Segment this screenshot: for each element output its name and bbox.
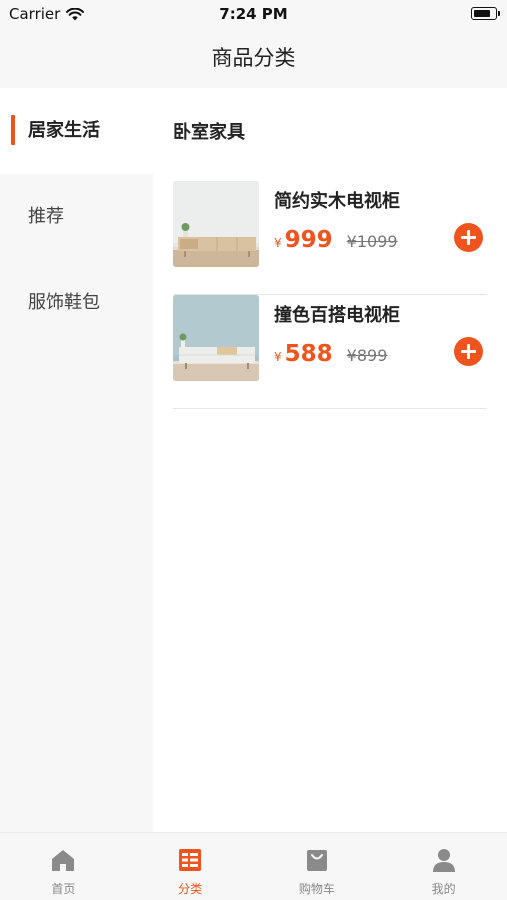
price-row: ¥ 588 ¥899 — [274, 341, 387, 367]
cart-icon — [306, 850, 327, 871]
product-image — [173, 295, 259, 381]
currency-symbol: ¥ — [274, 350, 282, 364]
tab-bar: 首页 分类 购物车 我的 — [0, 832, 507, 900]
category-sidebar: 居家生活 推荐 服饰鞋包 — [0, 88, 153, 832]
tab-cart[interactable]: 购物车 — [254, 833, 381, 900]
tab-label: 分类 — [178, 882, 203, 896]
sidebar-item-label: 居家生活 — [28, 120, 100, 141]
tab-label: 首页 — [51, 882, 76, 896]
tab-home[interactable]: 首页 — [0, 833, 127, 900]
category-icon — [179, 849, 202, 871]
tab-profile[interactable]: 我的 — [380, 833, 507, 900]
product-price: 999 — [284, 227, 333, 253]
sidebar-item-label: 推荐 — [28, 206, 64, 227]
tab-label: 我的 — [431, 882, 456, 896]
sidebar-item-label: 服饰鞋包 — [28, 292, 100, 313]
sidebar-item-recommend[interactable]: 推荐 — [0, 174, 153, 260]
product-list-panel: 卧室家具 简约实木电视柜 ¥ 999 ¥1099 撞色百搭电视柜 ¥ 588 ¥… — [153, 88, 507, 832]
currency-symbol: ¥ — [274, 236, 282, 250]
sidebar-item-apparel[interactable]: 服饰鞋包 — [0, 260, 153, 346]
product-price: 588 — [284, 341, 333, 367]
profile-icon — [432, 849, 455, 872]
product-name: 简约实木电视柜 — [274, 191, 400, 212]
tab-category[interactable]: 分类 — [127, 833, 254, 900]
battery-fill — [473, 9, 490, 17]
page-title: 商品分类 — [211, 46, 296, 70]
navigation-bar: 商品分类 — [0, 28, 507, 88]
home-icon — [52, 850, 75, 871]
product-image — [173, 181, 259, 267]
status-bar: Carrier 7:24 PM — [0, 0, 507, 28]
product-card[interactable]: 简约实木电视柜 ¥ 999 ¥1099 — [173, 181, 487, 295]
add-to-cart-button[interactable] — [454, 223, 483, 252]
status-time: 7:24 PM — [219, 5, 288, 23]
product-name: 撞色百搭电视柜 — [274, 305, 400, 326]
section-title: 卧室家具 — [173, 122, 245, 143]
sidebar-item-home-living[interactable]: 居家生活 — [0, 88, 153, 174]
product-card[interactable]: 撞色百搭电视柜 ¥ 588 ¥899 — [173, 295, 487, 409]
active-indicator — [11, 115, 15, 145]
tab-label: 购物车 — [298, 882, 335, 896]
original-price: ¥1099 — [346, 232, 398, 251]
add-to-cart-button[interactable] — [454, 337, 483, 366]
original-price: ¥899 — [346, 346, 388, 365]
battery-icon — [471, 7, 500, 20]
price-row: ¥ 999 ¥1099 — [274, 227, 398, 253]
